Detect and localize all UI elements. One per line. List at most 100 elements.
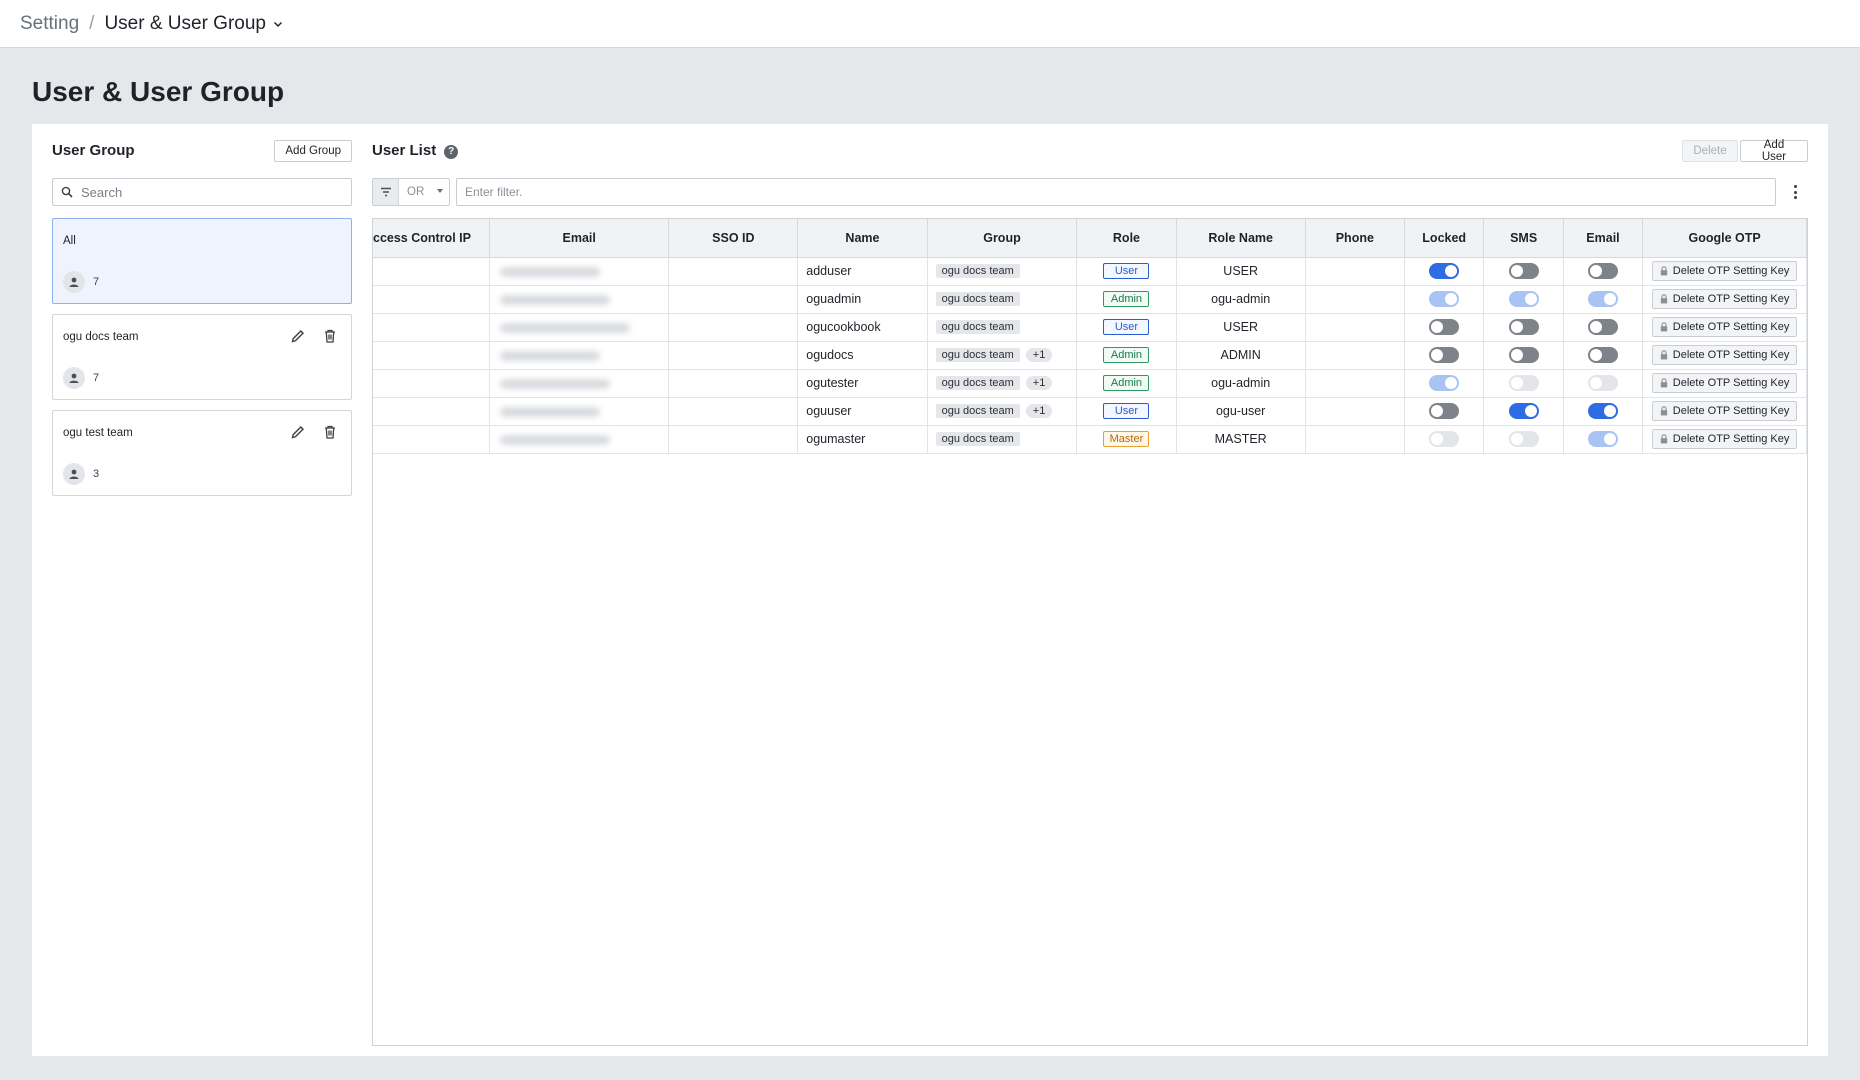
email-notify-toggle[interactable]	[1587, 375, 1618, 391]
filter-operator-select[interactable]: OR	[372, 178, 450, 206]
sms-cell	[1483, 341, 1564, 370]
role-name-cell: ogu-user	[1176, 397, 1306, 426]
sms-toggle[interactable]	[1508, 403, 1539, 419]
group-chip: ogu docs team	[935, 376, 1020, 391]
group-cell: ogu docs team	[927, 425, 1078, 454]
sso-id-cell	[668, 341, 799, 370]
sms-toggle[interactable]	[1508, 291, 1539, 307]
group-actions	[289, 423, 339, 441]
delete-otp-setting-key-button[interactable]: Delete OTP Setting Key	[1651, 373, 1798, 393]
google-otp-cell: Delete OTP Setting Key	[1642, 369, 1807, 398]
table-row[interactable]: ogucookbook ogu docs team User USER Dele…	[373, 313, 1807, 342]
email-notify-cell	[1563, 425, 1644, 454]
email-notify-toggle[interactable]	[1587, 319, 1618, 335]
locked-cell	[1404, 257, 1485, 286]
redacted-email	[499, 322, 630, 333]
help-icon[interactable]: ?	[444, 144, 459, 159]
email-notify-toggle[interactable]	[1587, 263, 1618, 279]
table-row[interactable]: ogudocs ogu docs team +1 Admin ADMIN Dele…	[373, 341, 1807, 370]
table-row[interactable]: ogutester ogu docs team +1 Admin ogu-admi…	[373, 369, 1807, 398]
page-title: User & User Group	[32, 76, 285, 107]
add-user-button[interactable]: Add User	[1740, 139, 1808, 163]
add-group-button[interactable]: Add Group	[274, 140, 352, 162]
sms-cell	[1483, 257, 1564, 286]
email-notify-toggle[interactable]	[1587, 403, 1618, 419]
group-card-ogu-test-team[interactable]: ogu test team 3	[52, 410, 352, 496]
column-header-role[interactable]: Role	[1076, 219, 1177, 258]
table-row[interactable]: oguuser ogu docs team +1 User ogu-user De…	[373, 397, 1807, 426]
locked-toggle[interactable]	[1429, 263, 1460, 279]
group-card-all[interactable]: All 7	[52, 218, 352, 304]
column-header-phone[interactable]: Phone	[1305, 219, 1405, 258]
group-member-count: 7	[63, 271, 99, 293]
access-control-ip-cell	[373, 425, 490, 454]
locked-toggle[interactable]	[1429, 319, 1460, 335]
trash-icon[interactable]	[321, 327, 339, 345]
sms-toggle[interactable]	[1508, 347, 1539, 363]
locked-cell	[1404, 313, 1485, 342]
group-extra-count[interactable]: +1	[1025, 348, 1053, 363]
column-header-group[interactable]: Group	[927, 219, 1078, 258]
breadcrumb-setting-link[interactable]: Setting	[20, 13, 79, 35]
sms-toggle[interactable]	[1508, 375, 1539, 391]
group-cell: ogu docs team	[927, 257, 1078, 286]
email-notify-cell	[1563, 397, 1644, 426]
phone-cell	[1305, 397, 1405, 426]
role-name-cell: ogu-admin	[1176, 285, 1306, 314]
delete-otp-setting-key-button[interactable]: Delete OTP Setting Key	[1651, 345, 1798, 365]
locked-cell	[1404, 341, 1485, 370]
column-header-google-otp[interactable]: Google OTP	[1642, 219, 1807, 258]
redacted-email	[499, 406, 600, 417]
email-cell	[489, 369, 670, 398]
group-extra-count[interactable]: +1	[1025, 404, 1053, 419]
group-extra-count[interactable]: +1	[1025, 376, 1053, 391]
sms-toggle[interactable]	[1508, 319, 1539, 335]
email-notify-toggle[interactable]	[1587, 431, 1618, 447]
table-row[interactable]: oguadmin ogu docs team Admin ogu-admin D…	[373, 285, 1807, 314]
locked-toggle[interactable]	[1429, 291, 1460, 307]
breadcrumb-current-dropdown[interactable]: User & User Group	[104, 13, 284, 35]
locked-toggle[interactable]	[1429, 375, 1460, 391]
delete-otp-setting-key-button[interactable]: Delete OTP Setting Key	[1651, 317, 1798, 337]
group-member-count: 3	[63, 463, 99, 485]
more-vertical-icon[interactable]	[1790, 183, 1800, 201]
column-header-email[interactable]: Email	[489, 219, 670, 258]
sms-toggle[interactable]	[1508, 431, 1539, 447]
email-cell	[489, 397, 670, 426]
delete-otp-setting-key-button[interactable]: Delete OTP Setting Key	[1651, 401, 1798, 421]
column-header-name[interactable]: Name	[797, 219, 928, 258]
group-search	[52, 178, 352, 206]
sso-id-cell	[668, 369, 799, 398]
table-row[interactable]: ogumaster ogu docs team Master MASTER De…	[373, 425, 1807, 454]
edit-icon[interactable]	[289, 327, 307, 345]
group-card-ogu-docs-team[interactable]: ogu docs team 7	[52, 314, 352, 400]
group-search-input[interactable]	[81, 184, 331, 200]
column-header-locked[interactable]: Locked	[1404, 219, 1485, 258]
locked-toggle[interactable]	[1429, 403, 1460, 419]
delete-otp-setting-key-button[interactable]: Delete OTP Setting Key	[1651, 261, 1798, 281]
locked-toggle[interactable]	[1429, 431, 1460, 447]
column-header-email-notify[interactable]: Email	[1563, 219, 1644, 258]
email-notify-toggle[interactable]	[1587, 291, 1618, 307]
column-header-sso-id[interactable]: SSO ID	[668, 219, 799, 258]
lock-icon	[1660, 294, 1667, 304]
role-badge: Master	[1103, 431, 1150, 447]
column-header-role-name[interactable]: Role Name	[1176, 219, 1306, 258]
delete-button[interactable]: Delete	[1682, 140, 1738, 162]
locked-toggle[interactable]	[1429, 347, 1460, 363]
table-row[interactable]: adduser ogu docs team User USER Delete O…	[373, 257, 1807, 286]
edit-icon[interactable]	[289, 423, 307, 441]
group-name: ogu test team	[63, 427, 133, 439]
filter-input[interactable]	[456, 178, 1776, 206]
delete-otp-setting-key-button[interactable]: Delete OTP Setting Key	[1651, 289, 1798, 309]
column-header-sms[interactable]: SMS	[1483, 219, 1564, 258]
search-icon	[61, 186, 73, 198]
trash-icon[interactable]	[321, 423, 339, 441]
column-header-access-control-ip[interactable]: ccess Control IP	[373, 219, 490, 258]
email-notify-toggle[interactable]	[1587, 347, 1618, 363]
group-chip: ogu docs team	[935, 292, 1020, 307]
sms-toggle[interactable]	[1508, 263, 1539, 279]
delete-otp-setting-key-button[interactable]: Delete OTP Setting Key	[1651, 429, 1798, 449]
role-badge: User	[1103, 263, 1150, 279]
email-cell	[489, 341, 670, 370]
